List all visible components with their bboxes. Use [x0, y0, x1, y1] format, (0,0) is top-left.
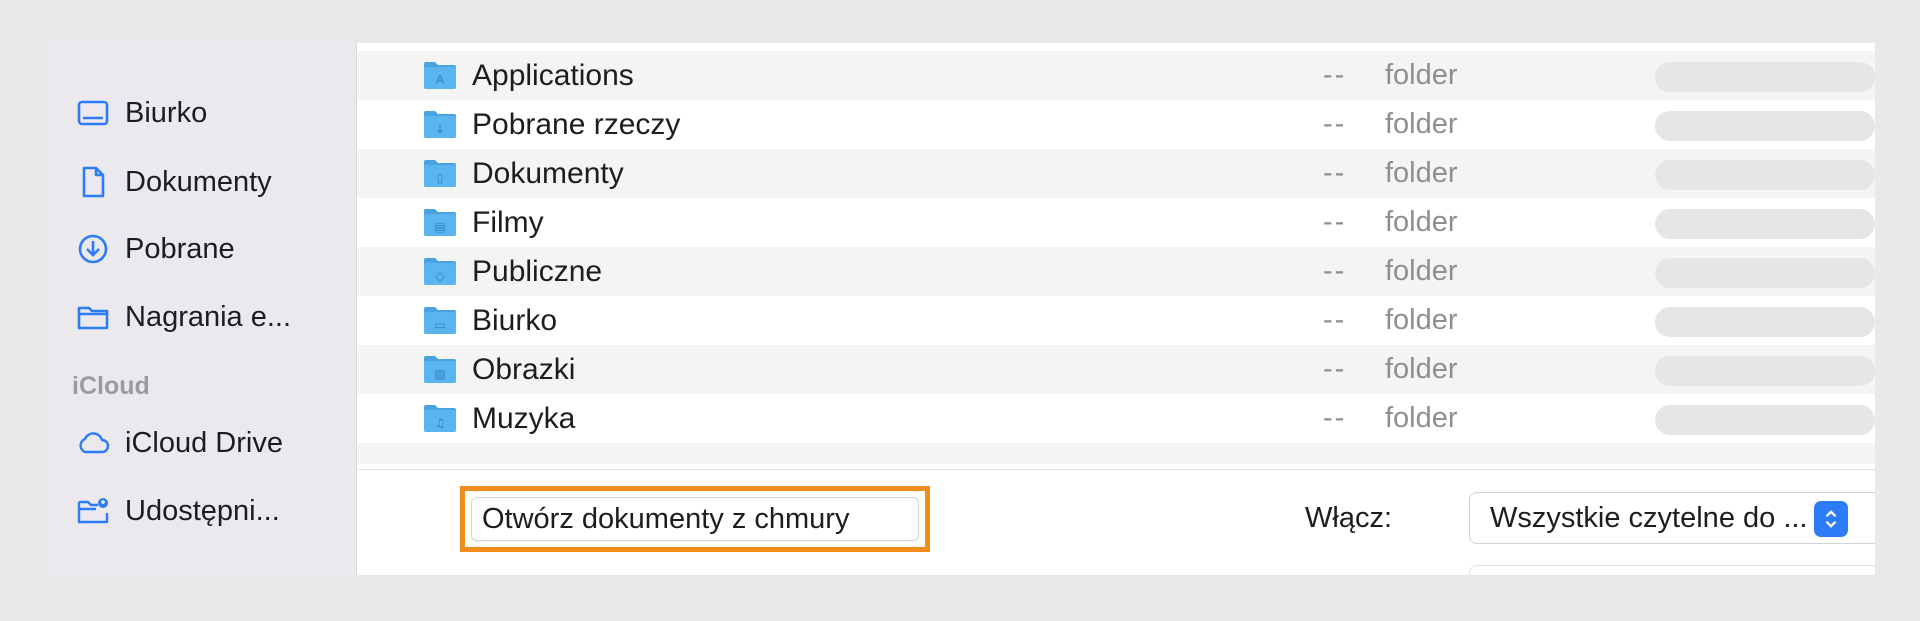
file-row-filmy[interactable]: ▤ Filmy -- folder: [358, 198, 1875, 247]
file-browser: A Applications -- folder ↓ Pobrane rzecz…: [358, 43, 1875, 575]
sidebar-item-label: iCloud Drive: [125, 426, 283, 459]
chevron-updown-icon[interactable]: [1814, 501, 1848, 537]
file-size: --: [1323, 402, 1347, 434]
file-kind: folder: [1385, 59, 1458, 91]
svg-text:A: A: [436, 73, 445, 87]
svg-text:♫: ♫: [435, 416, 446, 430]
folder-applications-icon: A: [422, 59, 458, 91]
divider: [358, 469, 1875, 470]
file-name: Publiczne: [472, 254, 603, 288]
enable-label: Włącz:: [1305, 502, 1392, 534]
file-kind: folder: [1385, 206, 1458, 238]
file-row-applications[interactable]: A Applications -- folder: [358, 51, 1875, 100]
folder-icon: [75, 299, 111, 335]
sidebar-item-icloud-drive[interactable]: iCloud Drive: [75, 423, 283, 463]
sidebar-item-nagrania[interactable]: Nagrania e...: [75, 297, 291, 337]
file-kind: folder: [1385, 255, 1458, 287]
sidebar-section-icloud: iCloud: [72, 372, 150, 400]
shared-folder-icon: [75, 493, 111, 529]
file-kind: folder: [1385, 353, 1458, 385]
svg-text:▨: ▨: [434, 367, 445, 381]
open-cloud-documents-button[interactable]: Otwórz dokumenty z chmury: [471, 497, 919, 541]
date-placeholder: [1655, 356, 1875, 386]
file-row-biurko[interactable]: ▭ Biurko -- folder: [358, 296, 1875, 345]
sidebar-item-label: Udostępni...: [125, 494, 280, 527]
folder-movies-icon: ▤: [422, 206, 458, 238]
file-type-select-value: Wszystkie czytelne do ...: [1490, 501, 1808, 534]
sidebar-item-udostepnione[interactable]: Udostępni...: [75, 491, 280, 531]
download-icon: [75, 231, 111, 267]
options-select[interactable]: [1469, 565, 1875, 575]
svg-text:▯: ▯: [437, 171, 444, 185]
file-row-pobrane-rzeczy[interactable]: ↓ Pobrane rzeczy -- folder: [358, 100, 1875, 149]
sidebar-item-label: Dokumenty: [125, 165, 272, 198]
folder-public-icon: ◇: [422, 255, 458, 287]
folder-downloads-icon: ↓: [422, 108, 458, 140]
sidebar-item-label: Nagrania e...: [125, 300, 292, 333]
file-row-publiczne[interactable]: ◇ Publiczne -- folder: [358, 247, 1875, 296]
file-size: --: [1323, 304, 1347, 336]
file-size: --: [1323, 157, 1347, 189]
document-icon: [75, 164, 111, 200]
file-name: Biurko: [472, 303, 558, 337]
svg-text:↓: ↓: [435, 122, 445, 136]
file-list: A Applications -- folder ↓ Pobrane rzecz…: [358, 51, 1875, 464]
date-placeholder: [1655, 62, 1875, 92]
sidebar: Biurko Dokumenty Pobrane Nagrania e... i…: [45, 43, 357, 575]
folder-documents-icon: ▯: [422, 157, 458, 189]
file-name: Obrazki: [472, 352, 576, 386]
date-placeholder: [1655, 307, 1875, 337]
file-size: --: [1323, 108, 1347, 140]
desktop-icon: [75, 95, 111, 131]
date-placeholder: [1655, 209, 1875, 239]
date-placeholder: [1655, 111, 1875, 141]
file-name: Muzyka: [472, 401, 576, 435]
empty-row: [358, 443, 1875, 464]
sidebar-item-dokumenty[interactable]: Dokumenty: [75, 162, 272, 202]
file-size: --: [1323, 206, 1347, 238]
sidebar-item-biurko[interactable]: Biurko: [75, 93, 207, 133]
sidebar-item-label: Biurko: [125, 96, 208, 129]
svg-text:▭: ▭: [434, 318, 445, 332]
file-size: --: [1323, 255, 1347, 287]
file-kind: folder: [1385, 304, 1458, 336]
file-name: Dokumenty: [472, 156, 624, 190]
file-kind: folder: [1385, 157, 1458, 189]
sidebar-item-label: Pobrane: [125, 232, 235, 265]
svg-text:▤: ▤: [434, 220, 445, 234]
date-placeholder: [1655, 258, 1875, 288]
date-placeholder: [1655, 160, 1875, 190]
folder-music-icon: ♫: [422, 402, 458, 434]
highlight-box: Otwórz dokumenty z chmury: [460, 486, 930, 552]
file-size: --: [1323, 353, 1347, 385]
file-kind: folder: [1385, 402, 1458, 434]
file-name: Applications: [472, 58, 634, 92]
svg-text:◇: ◇: [435, 269, 445, 283]
file-type-select[interactable]: Wszystkie czytelne do ...: [1469, 492, 1875, 544]
sidebar-item-pobrane[interactable]: Pobrane: [75, 229, 235, 269]
date-placeholder: [1655, 405, 1875, 435]
folder-pictures-icon: ▨: [422, 353, 458, 385]
file-row-obrazki[interactable]: ▨ Obrazki -- folder: [358, 345, 1875, 394]
open-dialog-window: Biurko Dokumenty Pobrane Nagrania e... i…: [45, 43, 1875, 575]
file-row-muzyka[interactable]: ♫ Muzyka -- folder: [358, 394, 1875, 443]
file-size: --: [1323, 59, 1347, 91]
folder-desktop-icon: ▭: [422, 304, 458, 336]
cloud-icon: [75, 425, 111, 461]
file-name: Pobrane rzeczy: [472, 107, 681, 141]
file-name: Filmy: [472, 205, 544, 239]
file-row-dokumenty[interactable]: ▯ Dokumenty -- folder: [358, 149, 1875, 198]
file-kind: folder: [1385, 108, 1458, 140]
